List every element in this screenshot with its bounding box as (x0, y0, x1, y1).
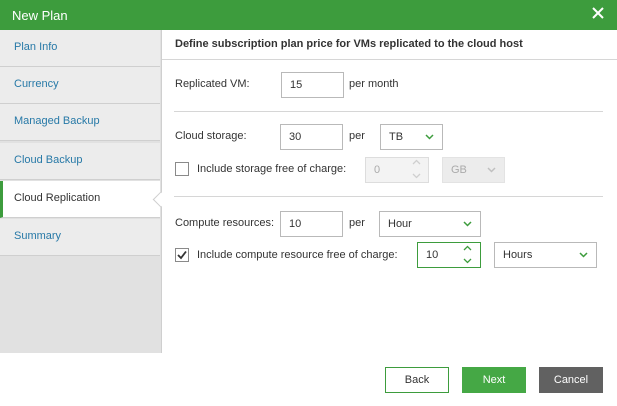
step-managed-backup[interactable]: Managed Backup (0, 104, 160, 141)
spin-up-icon[interactable] (463, 245, 472, 251)
compute-price-input[interactable]: 10 (280, 211, 343, 237)
chevron-down-icon (425, 134, 434, 140)
title-bar: New Plan (0, 0, 617, 30)
compute-free-checkbox[interactable] (175, 248, 189, 262)
select-value: GB (451, 164, 467, 176)
select-value: Hour (388, 218, 412, 230)
step-label: Plan Info (14, 41, 58, 53)
section-divider (174, 196, 603, 197)
dialog-title: New Plan (12, 8, 68, 23)
compute-free-unit-select[interactable]: Hours (494, 242, 597, 268)
page-header: Define subscription plan price for VMs r… (175, 38, 523, 50)
storage-free-checkbox[interactable] (175, 162, 189, 176)
dialog-footer: Back Next Cancel (0, 353, 617, 406)
compute-per: per (349, 217, 365, 229)
step-label: Currency (14, 78, 59, 90)
step-label: Cloud Replication (14, 192, 101, 204)
close-icon[interactable] (590, 5, 606, 21)
storage-free-label: Include storage free of charge: (197, 163, 347, 175)
step-cloud-replication[interactable]: Cloud Replication (0, 181, 160, 218)
step-cloud-backup[interactable]: Cloud Backup (0, 143, 160, 180)
cloud-storage-label: Cloud storage: (175, 130, 247, 142)
chevron-down-icon (579, 252, 588, 258)
cloud-storage-unit-select[interactable]: TB (380, 124, 443, 150)
compute-unit-select[interactable]: Hour (379, 211, 481, 237)
back-button[interactable]: Back (385, 367, 449, 393)
step-label: Cloud Backup (14, 154, 83, 166)
section-divider (174, 111, 603, 112)
compute-resources-label: Compute resources: (175, 217, 275, 229)
cloud-storage-per: per (349, 130, 365, 142)
step-summary[interactable]: Summary (0, 219, 160, 256)
spin-down-icon[interactable] (412, 173, 421, 179)
cancel-button[interactable]: Cancel (539, 367, 603, 393)
wizard-steps-sidebar: Plan Info Currency Managed Backup Cloud … (0, 30, 162, 353)
spin-down-icon[interactable] (463, 258, 472, 264)
select-value: Hours (503, 249, 533, 261)
step-plan-info[interactable]: Plan Info (0, 30, 160, 67)
replicated-vm-suffix: per month (349, 78, 399, 90)
content-panel: Define subscription plan price for VMs r… (162, 30, 617, 353)
spin-up-icon[interactable] (412, 159, 421, 165)
next-button[interactable]: Next (462, 367, 526, 393)
chevron-down-icon (487, 167, 496, 173)
cloud-storage-price-input[interactable]: 30 (280, 124, 343, 150)
header-divider (162, 59, 617, 60)
compute-free-label: Include compute resource free of charge: (197, 249, 398, 261)
storage-free-unit-select[interactable]: GB (442, 157, 505, 183)
step-label: Summary (14, 230, 62, 242)
step-label: Managed Backup (14, 115, 100, 127)
chevron-down-icon (463, 221, 472, 227)
step-currency[interactable]: Currency (0, 67, 160, 104)
checkmark-icon (177, 250, 187, 260)
replicated-vm-label: Replicated VM: (175, 78, 250, 90)
replicated-vm-price-input[interactable]: 15 (281, 72, 344, 98)
select-value: TB (389, 131, 404, 143)
